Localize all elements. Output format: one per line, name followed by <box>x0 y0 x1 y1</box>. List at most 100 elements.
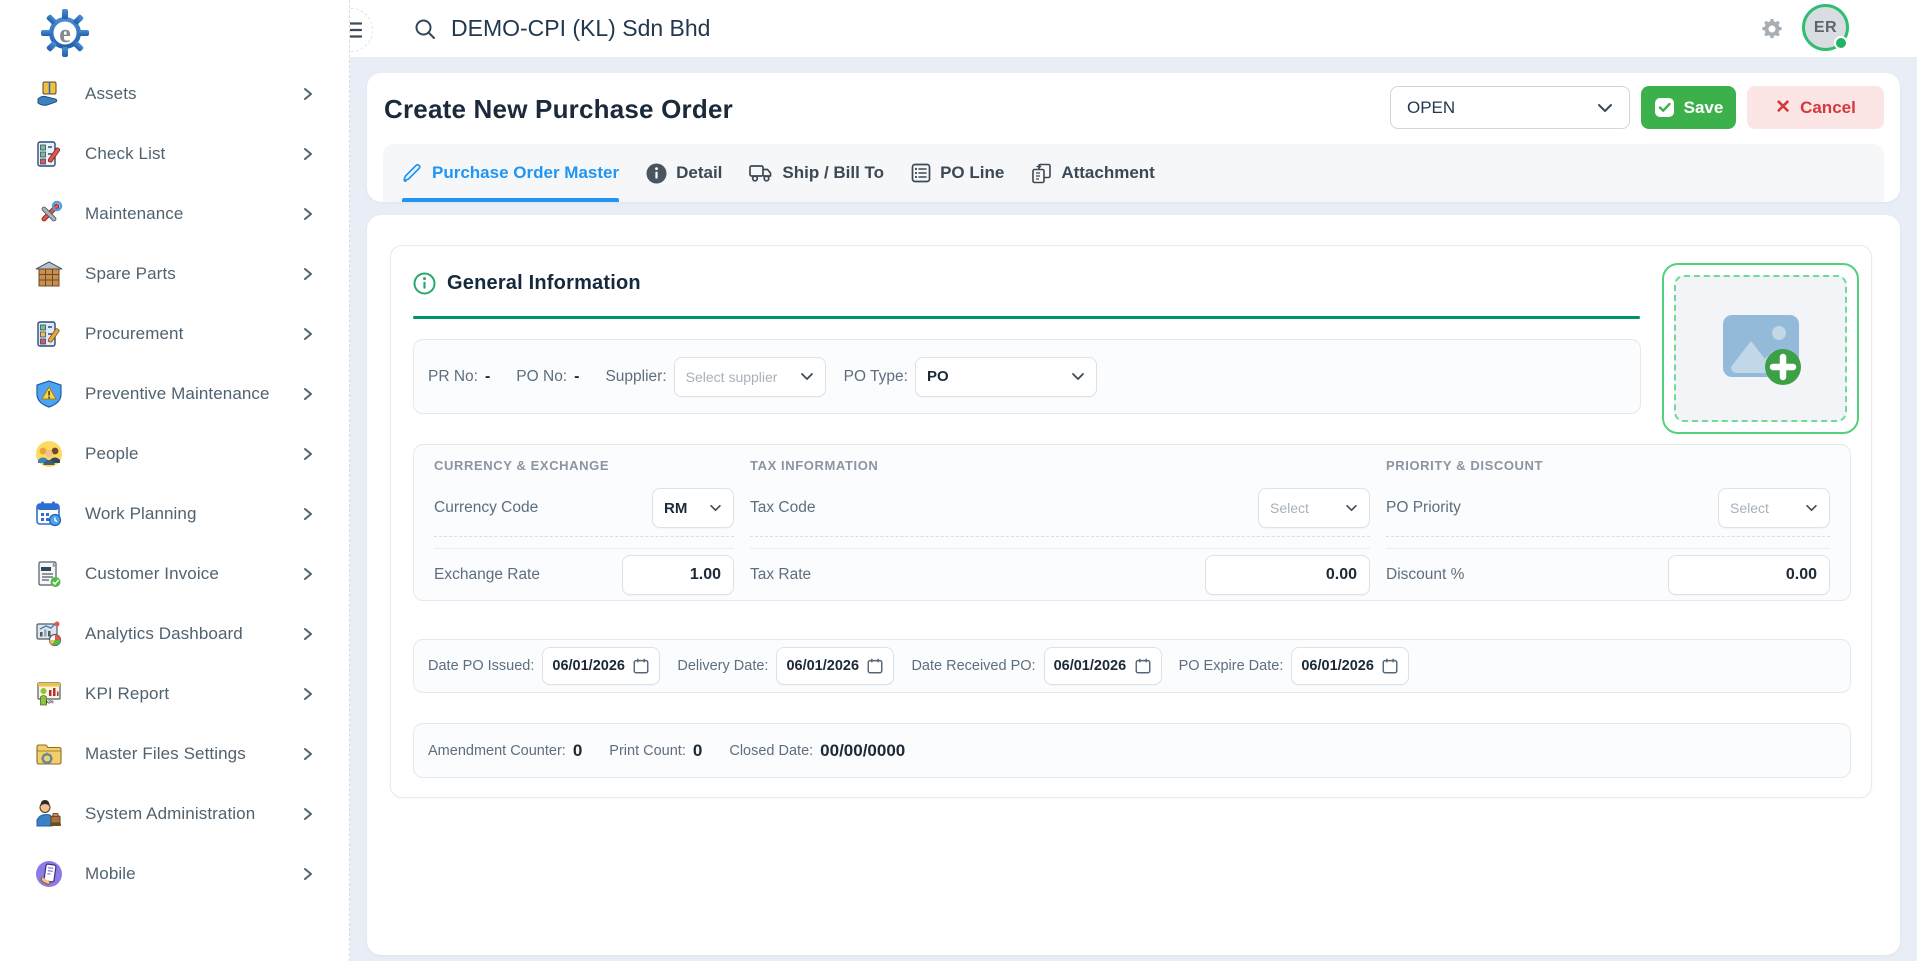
analytics-dashboard-icon <box>34 619 64 649</box>
status-dropdown[interactable]: OPEN <box>1390 86 1630 129</box>
priority-column-header: PRIORITY & DISCOUNT <box>1386 458 1830 473</box>
chevron-right-icon <box>301 807 315 821</box>
discount-input[interactable]: 0.00 <box>1668 555 1830 595</box>
amendment-counter-field: Amendment Counter: 0 <box>428 741 582 761</box>
date-received-po-field: Date Received PO: 06/01/2026 <box>911 647 1161 685</box>
sidebar-item-procurement[interactable]: Procurement <box>0 304 349 364</box>
tax-rate-value: 0.00 <box>1326 566 1357 584</box>
currency-code-label: Currency Code <box>434 499 538 517</box>
supplier-dropdown[interactable]: Select supplier <box>674 357 826 397</box>
pr-no-field: PR No: - <box>428 368 490 386</box>
closed-date-field: Closed Date: 00/00/0000 <box>729 741 905 761</box>
po-expire-date-value: 06/01/2026 <box>1301 658 1374 674</box>
sidebar-item-label: Preventive Maintenance <box>85 384 270 404</box>
exchange-rate-value: 1.00 <box>690 566 721 584</box>
closed-date-label: Closed Date: <box>729 743 813 759</box>
exchange-rate-label: Exchange Rate <box>434 566 540 584</box>
sidebar-item-customer-invoice[interactable]: $ Customer Invoice <box>0 544 349 604</box>
po-type-dropdown[interactable]: PO <box>915 357 1097 397</box>
tab-label: Detail <box>676 163 722 183</box>
po-priority-dropdown[interactable]: Select <box>1718 488 1830 528</box>
sidebar-item-preventive-maintenance[interactable]: Preventive Maintenance <box>0 364 349 424</box>
tab-detail[interactable]: Detail <box>646 144 722 202</box>
tab-po-line[interactable]: PO Line <box>911 144 1004 202</box>
sidebar-item-label: Spare Parts <box>85 264 176 284</box>
sidebar-item-maintenance[interactable]: Maintenance <box>0 184 349 244</box>
tabs-strip: Purchase Order Master Detail Ship / Bill… <box>383 144 1884 202</box>
currency-code-dropdown[interactable]: RM <box>652 488 734 528</box>
avatar-initials: ER <box>1814 19 1837 37</box>
po-expire-date-field: PO Expire Date: 06/01/2026 <box>1179 647 1410 685</box>
sidebar-item-master-files-settings[interactable]: Master Files Settings <box>0 724 349 784</box>
tax-information-column: TAX INFORMATION Tax Code Select Tax Rate… <box>750 458 1370 600</box>
procurement-icon <box>34 319 64 349</box>
sidebar-item-assets[interactable]: Assets <box>0 64 349 124</box>
sidebar-item-check-list[interactable]: Check List <box>0 124 349 184</box>
tax-column-header: TAX INFORMATION <box>750 458 1370 473</box>
sidebar-item-label: Master Files Settings <box>85 744 246 764</box>
po-priority-label: PO Priority <box>1386 499 1461 517</box>
amendment-counter-label: Amendment Counter: <box>428 743 566 759</box>
sidebar-item-kpi-report[interactable]: KPI KPI Report <box>0 664 349 724</box>
sidebar-item-spare-parts[interactable]: Spare Parts <box>0 244 349 304</box>
cancel-button[interactable]: ✕ Cancel <box>1747 86 1884 129</box>
chevron-right-icon <box>301 327 315 341</box>
currency-exchange-column: CURRENCY & EXCHANGE Currency Code RM Exc… <box>434 458 734 600</box>
currency-code-value: RM <box>664 500 687 517</box>
tab-ship-bill-to[interactable]: Ship / Bill To <box>749 144 884 202</box>
search-icon[interactable] <box>414 18 436 40</box>
people-icon <box>34 439 64 469</box>
page-header-card: Create New Purchase Order OPEN Save ✕ Ca… <box>367 73 1900 202</box>
date-po-issued-label: Date PO Issued: <box>428 658 534 674</box>
sidebar-item-system-administration[interactable]: System Administration <box>0 784 349 844</box>
exchange-rate-input[interactable]: 1.00 <box>622 555 734 595</box>
settings-gear-icon[interactable] <box>1760 17 1784 41</box>
tab-purchase-order-master[interactable]: Purchase Order Master <box>402 144 619 202</box>
sidebar-item-work-planning[interactable]: Work Planning <box>0 484 349 544</box>
tax-code-dropdown[interactable]: Select <box>1258 488 1370 528</box>
supplier-dropdown-placeholder: Select supplier <box>686 369 778 385</box>
amendment-counter-value: 0 <box>573 741 582 761</box>
po-no-value: - <box>574 368 579 386</box>
date-po-issued-input[interactable]: 06/01/2026 <box>542 647 660 685</box>
date-received-po-input[interactable]: 06/01/2026 <box>1044 647 1162 685</box>
save-button[interactable]: Save <box>1641 86 1736 129</box>
delivery-date-input[interactable]: 06/01/2026 <box>776 647 894 685</box>
date-received-po-value: 06/01/2026 <box>1054 658 1127 674</box>
tab-attachment[interactable]: Attachment <box>1031 144 1155 202</box>
save-check-icon <box>1654 97 1675 118</box>
system-administration-icon <box>34 799 64 829</box>
sidebar-item-analytics-dashboard[interactable]: Analytics Dashboard <box>0 604 349 664</box>
tax-rate-input[interactable]: 0.00 <box>1205 555 1370 595</box>
chevron-right-icon <box>301 867 315 881</box>
sidebar-item-label: KPI Report <box>85 684 169 704</box>
chevron-right-icon <box>301 747 315 761</box>
print-count-value: 0 <box>693 741 702 761</box>
sidebar-item-people[interactable]: People <box>0 424 349 484</box>
attachment-pages-icon <box>1031 163 1052 184</box>
date-received-po-label: Date Received PO: <box>911 658 1035 674</box>
sidebar-item-mobile[interactable]: Mobile <box>0 844 349 904</box>
status-dropdown-value: OPEN <box>1407 98 1455 118</box>
sidebar-item-label: System Administration <box>85 804 255 824</box>
po-priority-placeholder: Select <box>1730 500 1769 516</box>
chevron-down-icon <box>709 504 722 512</box>
calendar-icon <box>866 657 884 675</box>
customer-invoice-icon: $ <box>34 559 64 589</box>
po-type-field: PO Type: PO <box>844 357 1097 397</box>
kpi-report-icon: KPI <box>34 679 64 709</box>
info-circle-icon <box>413 272 436 295</box>
master-files-settings-icon <box>34 739 64 769</box>
topbar: DEMO-CPI (KL) Sdn Bhd ER <box>350 0 1917 57</box>
body-card: General Information PR No: - <box>367 215 1900 955</box>
cancel-x-icon: ✕ <box>1775 98 1791 117</box>
chevron-right-icon <box>301 507 315 521</box>
chevron-down-icon <box>1805 504 1818 512</box>
image-upload-dropzone[interactable] <box>1662 263 1859 434</box>
calendar-icon <box>1381 657 1399 675</box>
tab-label: Ship / Bill To <box>782 163 884 183</box>
user-avatar[interactable]: ER <box>1802 4 1849 51</box>
counters-panel: Amendment Counter: 0 Print Count: 0 Clos… <box>413 723 1851 778</box>
priority-discount-column: PRIORITY & DISCOUNT PO Priority Select D… <box>1386 458 1830 600</box>
po-expire-date-input[interactable]: 06/01/2026 <box>1291 647 1409 685</box>
